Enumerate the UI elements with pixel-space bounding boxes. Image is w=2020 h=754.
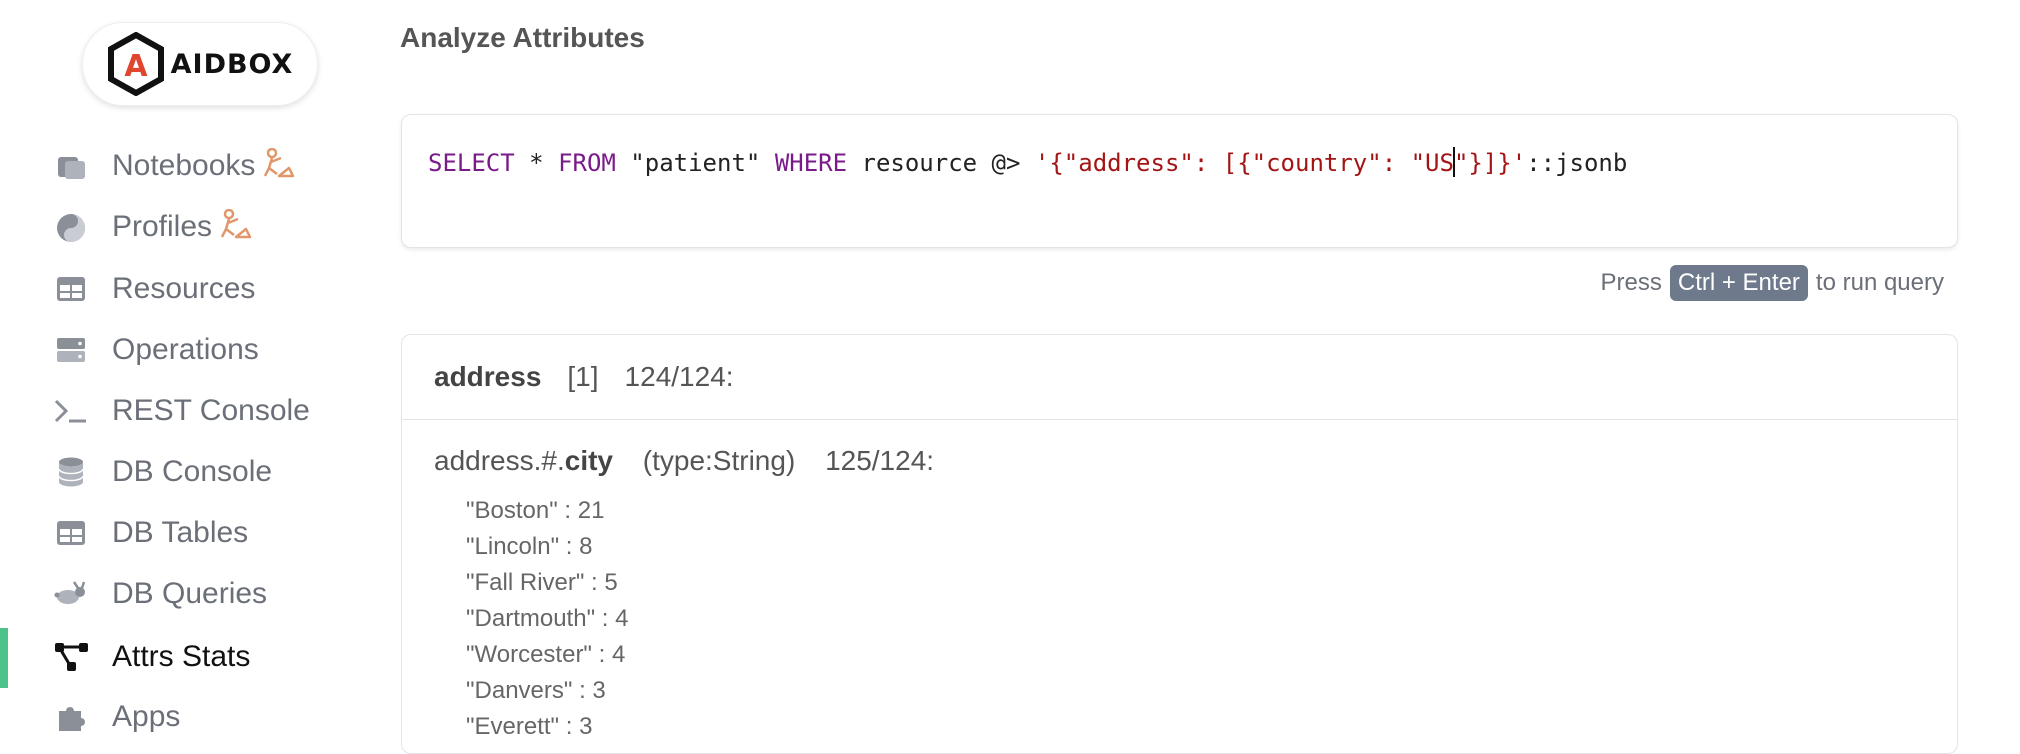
code-star: *	[514, 149, 559, 177]
sub-attribute-count: 125/124:	[825, 445, 935, 476]
attribute-index: [1]	[567, 361, 599, 392]
hint-suffix: to run query	[1815, 269, 1944, 296]
hint-press: Press	[1600, 269, 1662, 296]
attribute-name: address	[434, 361, 542, 392]
aidbox-logo[interactable]: A AIDBOX	[82, 22, 318, 106]
attribute-count: 124/124:	[624, 361, 734, 392]
shortcut-badge: Ctrl + Enter	[1669, 265, 1808, 301]
table-icon	[54, 516, 88, 550]
sidebar-item-label: DB Queries	[112, 577, 268, 610]
sidebar-item-label: Resources	[112, 272, 256, 305]
sidebar-item-rest-console[interactable]: REST Console	[0, 383, 390, 439]
list-item: "Fall River" : 5	[466, 569, 618, 596]
sidebar-item-label: REST Console	[112, 394, 310, 427]
page-title: Analyze Attributes	[400, 22, 645, 53]
keyword-where: WHERE	[774, 149, 848, 177]
table-icon	[54, 272, 88, 306]
sidebar-item-db-tables[interactable]: DB Tables	[0, 505, 390, 561]
list-item: "Boston" : 21	[466, 497, 605, 524]
value-list: "Boston" : 21 "Lincoln" : 8 "Fall River"…	[466, 493, 628, 745]
sidebar-item-db-queries[interactable]: DB Queries	[0, 566, 390, 622]
sidebar-item-db-console[interactable]: DB Console	[0, 444, 390, 500]
sidebar-item-operations[interactable]: Operations	[0, 322, 390, 378]
sidebar-item-label: Attrs Stats	[112, 640, 251, 673]
sidebar-item-label: DB Tables	[112, 516, 249, 549]
code-cast: ::jsonb	[1526, 149, 1628, 177]
sidebar-item-label: Apps	[112, 700, 181, 733]
graph-nodes-icon	[54, 640, 88, 674]
yin-yang-icon	[54, 211, 88, 245]
sub-attribute-type: (type:String)	[642, 445, 796, 476]
attribute-stats-panel: address [1] 124/124: address.#.city (typ…	[401, 334, 1958, 754]
notebook-icon	[54, 150, 88, 184]
code-json-literal: '{"address": [{"country": "US	[1034, 149, 1454, 177]
logo-text: AIDBOX	[170, 48, 294, 80]
code-rest: resource @>	[847, 149, 1035, 177]
sidebar-item-label: Notebooks	[112, 148, 256, 182]
keyword-select: SELECT	[428, 149, 515, 177]
rabbit-icon	[54, 577, 88, 611]
sidebar-item-label: Profiles	[112, 209, 213, 243]
sidebar-item-label: Operations	[112, 333, 259, 366]
server-icon	[54, 333, 88, 367]
sub-attribute-name: city	[564, 445, 613, 476]
keyword-from: FROM	[558, 149, 616, 177]
sidebar: A AIDBOX Notebooks Profiles Resources Op…	[0, 0, 390, 733]
panel-header: address [1] 124/124:	[402, 335, 1957, 420]
aidbox-hex-logo-icon: A	[107, 32, 164, 96]
sidebar-item-resources[interactable]: Resources	[0, 261, 390, 317]
list-item: "Everett" : 3	[466, 713, 593, 740]
code-json-literal-end: "}]}'	[1453, 149, 1527, 177]
list-item: "Dartmouth" : 4	[466, 605, 629, 632]
terminal-icon	[54, 394, 88, 428]
code-table: "patient"	[615, 149, 775, 177]
sidebar-item-label: DB Console	[112, 455, 273, 488]
sidebar-item-attrs-stats[interactable]: Attrs Stats	[0, 629, 390, 685]
svg-text:A: A	[124, 49, 148, 84]
construction-icon	[220, 208, 252, 247]
sub-attribute-line: address.#.city (type:String) 125/124:	[434, 445, 934, 477]
sub-attribute-path: address.#.	[434, 445, 565, 476]
sidebar-item-apps[interactable]: Apps	[0, 689, 390, 745]
construction-icon	[263, 147, 295, 186]
query-code[interactable]: SELECT * FROM "patient" WHERE resource @…	[428, 147, 1627, 177]
list-item: "Worcester" : 4	[466, 641, 626, 668]
query-editor[interactable]: SELECT * FROM "patient" WHERE resource @…	[401, 114, 1958, 248]
sidebar-item-profiles[interactable]: Profiles	[0, 200, 390, 256]
run-hint: Press Ctrl + Enter to run query	[1601, 265, 1944, 301]
list-item: "Lincoln" : 8	[466, 533, 593, 560]
sidebar-item-notebooks[interactable]: Notebooks	[0, 139, 390, 195]
list-item: "Danvers" : 3	[466, 677, 606, 704]
database-icon	[54, 455, 88, 489]
puzzle-icon	[54, 700, 88, 734]
